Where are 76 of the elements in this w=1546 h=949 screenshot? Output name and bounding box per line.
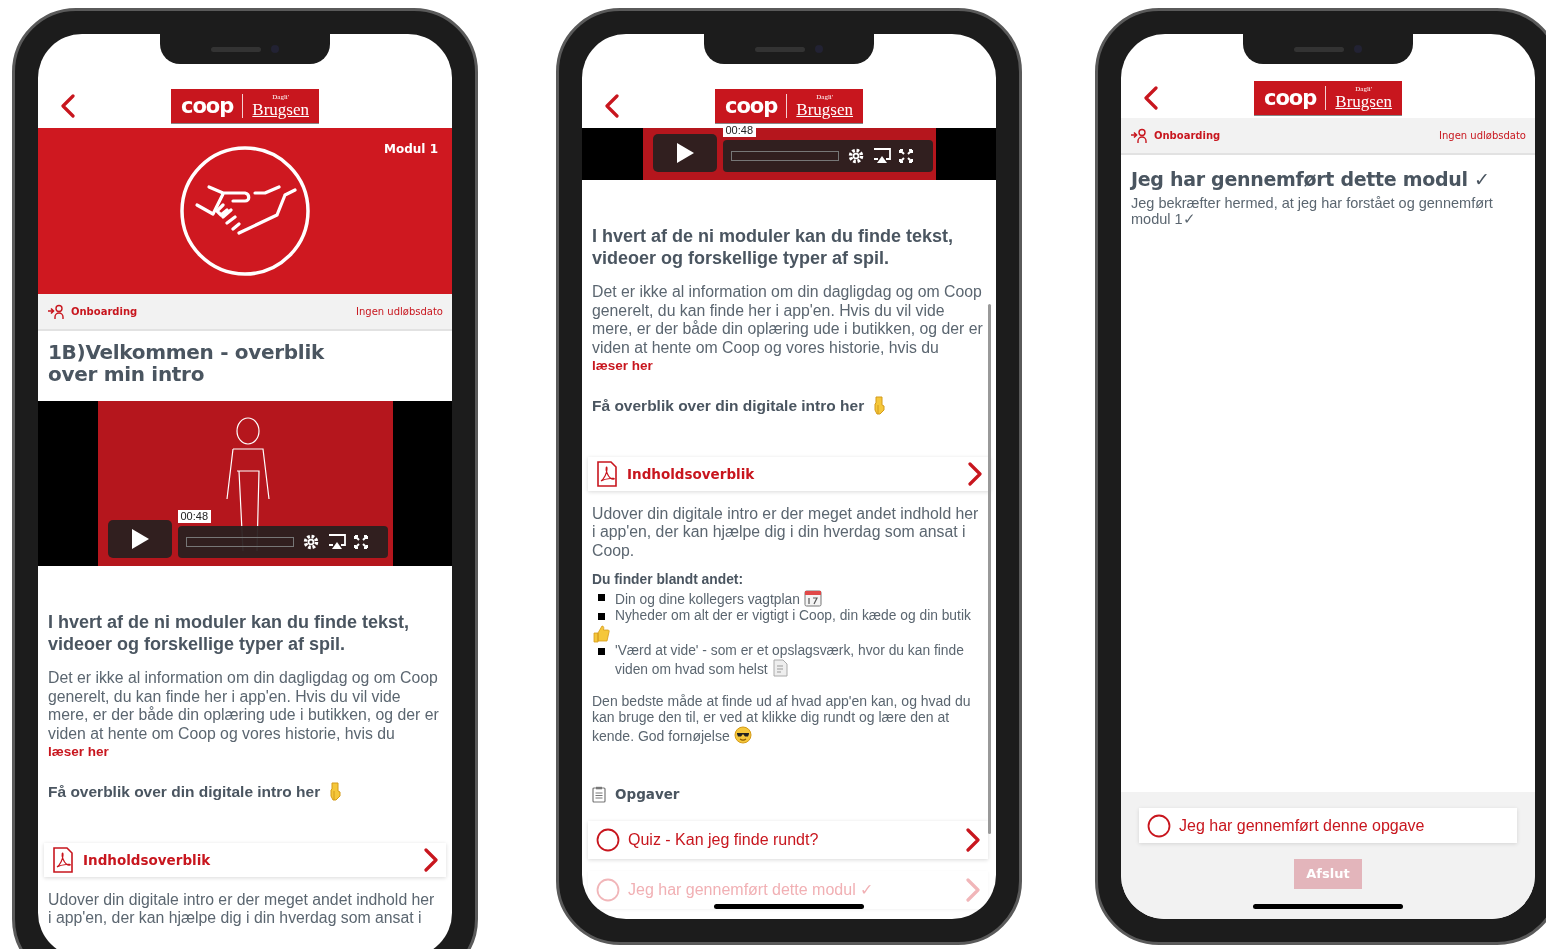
logo-wordmark: Brugsen [1335, 93, 1392, 110]
logo-wordmark: coop [725, 95, 778, 117]
play-icon [674, 142, 695, 164]
pdf-icon [596, 460, 618, 487]
sunglasses-smiley-icon [733, 725, 752, 744]
chevron-right-icon [966, 877, 980, 902]
read-more-link[interactable]: læser her [48, 743, 109, 762]
settings-icon[interactable] [846, 147, 865, 165]
logo-wordmark: Brugsen [252, 101, 309, 118]
category-label: Onboarding [1154, 129, 1221, 143]
document-link-label: Indholdsoverblik [627, 464, 756, 484]
expiry-label: Ingen udløbsdato [1439, 129, 1526, 143]
logo-wordmark: coop [1264, 87, 1317, 109]
list-item-text: Nyheder om alt der er vigtigt i Coop, din kæde og din butik [615, 608, 972, 625]
task-label: Jeg har gennemført dette modul ✓ [628, 879, 875, 900]
list-item-text: 'Værd at vide' - som er et opslagsværk, hvor du kan finde viden om hvad som helst [615, 642, 965, 679]
screen-cast-icon[interactable] [327, 534, 346, 550]
page-title: Jeg har gennemført dette modul ✓ [1131, 167, 1491, 191]
radio-button[interactable] [596, 827, 620, 852]
play-button[interactable] [652, 134, 717, 172]
back-chevron-icon[interactable] [604, 94, 620, 118]
section-heading: I hvert af de ni moduler kan du finde tekst, videoer og forskellige typer af spil. [592, 225, 955, 269]
person-arrow-icon [1130, 127, 1148, 144]
task-item[interactable]: Quiz - Kan jeg finde rundt? [588, 820, 988, 859]
module-title: 1B)Velkommen - overblik over min intro [48, 341, 326, 385]
read-more-link[interactable]: læser her [592, 357, 653, 376]
back-chevron-icon[interactable] [60, 94, 76, 118]
task-label: Quiz - Kan jeg finde rundt? [628, 829, 820, 850]
screen-cast-icon[interactable] [872, 148, 891, 164]
handshake-icon [179, 145, 311, 277]
person-arrow-icon [47, 303, 65, 320]
document-link-label: Indholdsoverblik [83, 850, 212, 870]
thumbs-up-icon [592, 624, 610, 643]
calendar-icon [803, 588, 822, 607]
video-player[interactable]: 00:48 [97, 401, 393, 566]
list-bullet [598, 647, 605, 655]
completion-option[interactable]: Jeg har gennemført denne opgave [1139, 808, 1517, 843]
fullscreen-icon[interactable] [353, 535, 368, 549]
document-link[interactable]: Indholdsoverblik [588, 456, 990, 491]
list-bullet [598, 593, 605, 601]
logo-wordmark: coop [181, 95, 234, 117]
fullscreen-icon[interactable] [898, 149, 913, 163]
document-icon [771, 659, 788, 678]
body-text: Den bedste måde at finde ud af hvad app'en kan, og hvad du kan bruge den til, er ved at klikke dig rundt og lære den at kende. God fornøjelse [591, 692, 972, 745]
list-item-text: Din og dine kollegers vagtplan [615, 588, 986, 609]
intro-link-text: Få overblik over din digitale intro her [592, 395, 865, 416]
radio-button[interactable] [1147, 813, 1171, 838]
category-label: Onboarding [71, 305, 138, 319]
module-label: Modul 1 [384, 141, 438, 158]
confirmation-text: Jeg bekræfter hermed, at jeg har forstået og gennemført modul 1✓ [1131, 195, 1494, 227]
body-text: Udover din digitale intro er der meget andet indhold her i app'en, der kan hjælpe dig i din hverdag som ansat i [47, 890, 436, 928]
settings-icon[interactable] [301, 533, 320, 551]
pointing-hand-icon [872, 395, 887, 416]
logo-wordmark: Brugsen [796, 101, 853, 118]
option-label: Jeg har gennemført denne opgave [1179, 815, 1425, 836]
chevron-right-icon [966, 827, 980, 852]
body-text: Det er ikke al information om din dagligdag og om Coop generelt, du kan finde her i app'en. Hvis du vil vide mere, er der både din oplæring ude i butikken, og der er viden at hente om Coop og vores historie, hvis du læser her [38, 669, 452, 762]
document-link[interactable]: Indholdsoverblik [44, 842, 446, 877]
section-heading: I hvert af de ni moduler kan du finde tekst, videoer og forskellige typer af spil. [48, 611, 411, 655]
back-chevron-icon[interactable] [1143, 86, 1159, 110]
list-bullet [598, 613, 605, 621]
chevron-right-icon [968, 461, 982, 486]
body-text: Udover din digitale intro er der meget andet indhold her i app'en, der kan hjælpe dig i din hverdag som ansat i Coop. [591, 504, 980, 561]
video-time-label: 00:48 [722, 124, 757, 137]
body-text: Det er ikke al information om din dagligdag og om Coop generelt, du kan finde her i app'en. Hvis du vil vide mere, er der både din oplæring ude i butikken, og der er viden at hente om Coop og vores historie, hvis du læser her [582, 283, 996, 376]
play-icon [129, 528, 150, 550]
pdf-icon [52, 846, 74, 873]
pointing-hand-icon [328, 781, 343, 802]
list-heading: Du finder blandt andet: [592, 572, 744, 589]
clipboard-icon [592, 785, 606, 803]
section-label: Opgaver [615, 785, 680, 805]
chevron-right-icon [424, 847, 438, 872]
expiry-label: Ingen udløbsdato [356, 305, 443, 319]
play-button[interactable] [107, 520, 172, 558]
intro-link-text: Få overblik over din digitale intro her [48, 781, 321, 802]
video-time-label: 00:48 [177, 510, 212, 523]
